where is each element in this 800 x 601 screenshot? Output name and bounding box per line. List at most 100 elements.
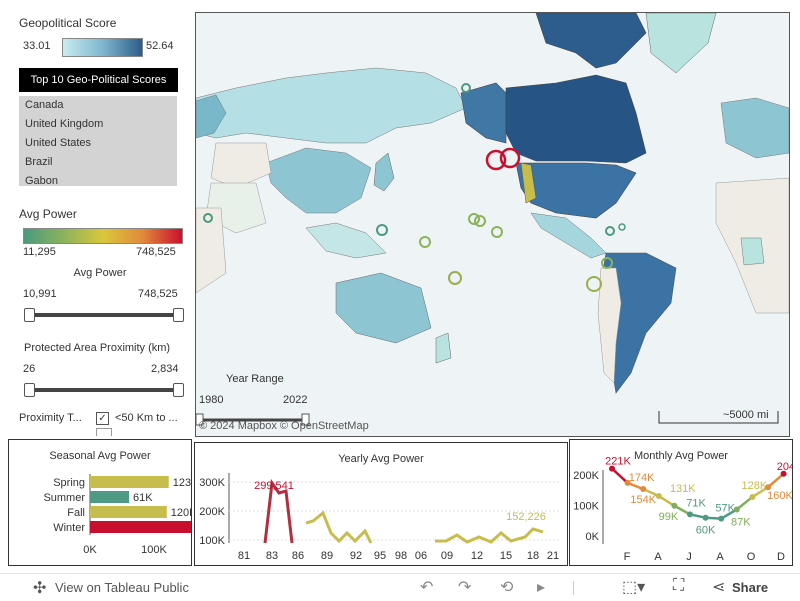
seasonal-panel: Seasonal Avg Power Spring123KSummer61KFa… bbox=[8, 439, 192, 566]
monthly-point bbox=[718, 515, 725, 522]
monthly-data-label: 57K bbox=[715, 503, 735, 515]
seasonal-bar bbox=[90, 521, 191, 533]
seasonal-label: Winter bbox=[53, 522, 85, 534]
geo-score-min: 33.01 bbox=[23, 40, 51, 52]
yearly-y-tick: 200K bbox=[199, 506, 225, 518]
site-marker-icon bbox=[376, 224, 388, 236]
share-button[interactable]: Share bbox=[732, 580, 768, 595]
top10-list[interactable]: Canada United Kingdom United States Braz… bbox=[19, 96, 177, 186]
list-item[interactable]: Gabon bbox=[19, 172, 177, 186]
avg-power-legend-max: 748,525 bbox=[136, 247, 176, 257]
protected-area-min: 26 bbox=[23, 363, 36, 375]
monthly-series-segment bbox=[611, 467, 629, 484]
seasonal-value-label: 120K bbox=[171, 507, 191, 519]
monthly-data-label: 221K bbox=[605, 456, 631, 468]
monthly-line-chart: 0K 100K 200K 221K 174K 154K 131K 99K 71K 60K 57K87… bbox=[573, 456, 792, 563]
seasonal-bar-chart: Spring123KSummer61KFall120KWinter197K0K1… bbox=[43, 474, 191, 556]
avg-power-legend-title: Avg Power bbox=[19, 207, 77, 221]
monthly-data-label: 99K bbox=[659, 511, 679, 523]
geo-score-gradient bbox=[62, 38, 143, 57]
site-marker-icon bbox=[468, 213, 480, 225]
scale-label: ~5000 mi bbox=[723, 409, 769, 421]
yearly-x-tick: 12 bbox=[471, 550, 483, 562]
protected-area-slider-handle-max[interactable] bbox=[173, 383, 184, 397]
proximity-filter-label: Proximity T... bbox=[19, 412, 82, 424]
list-item[interactable]: United Kingdom bbox=[19, 115, 177, 134]
protected-area-title: Protected Area Proximity (km) bbox=[24, 342, 171, 354]
view-on-tableau-link[interactable]: View on Tableau Public bbox=[55, 580, 189, 595]
monthly-y-tick: 100K bbox=[573, 501, 599, 513]
yearly-x-tick: 21 bbox=[547, 550, 559, 562]
world-map[interactable]: Year Range 1980 2022 © 2024 Mapbox © Ope… bbox=[195, 12, 790, 437]
left-panel: Geopolitical Score 33.01 52.64 Top 10 Ge… bbox=[0, 0, 192, 436]
monthly-series-segment bbox=[767, 472, 785, 489]
yearly-x-tick: 81 bbox=[238, 550, 250, 562]
seasonal-bar bbox=[90, 506, 167, 518]
protected-area-max: 2,834 bbox=[151, 363, 179, 375]
undo-icon[interactable]: ↶ bbox=[420, 577, 433, 597]
avg-power-slider-title: Avg Power bbox=[73, 267, 127, 279]
yearly-series-line bbox=[263, 478, 294, 544]
monthly-x-tick: J bbox=[686, 551, 692, 563]
monthly-panel: Monthly Avg Power 0K 100K 200K 221K 174K 154K… bbox=[569, 439, 793, 566]
indonesia bbox=[305, 222, 387, 259]
monthly-x-tick: F bbox=[624, 551, 631, 563]
pause-icon[interactable]: ▸ bbox=[537, 577, 545, 597]
yearly-x-tick: 86 bbox=[292, 550, 304, 562]
avg-power-slider-track[interactable] bbox=[28, 313, 180, 317]
yearly-x-tick: 92 bbox=[350, 550, 362, 562]
protected-area-slider-track[interactable] bbox=[28, 388, 180, 392]
avg-power-slider-min: 10,991 bbox=[23, 288, 57, 300]
site-marker-icon bbox=[474, 215, 486, 227]
greenland bbox=[645, 13, 717, 74]
monthly-data-label: 154K bbox=[630, 494, 656, 506]
list-item[interactable]: United States bbox=[19, 134, 177, 153]
monthly-x-tick: A bbox=[654, 551, 662, 563]
yearly-x-tick: 18 bbox=[527, 550, 539, 562]
proximity-checkbox[interactable]: ✓ bbox=[96, 412, 109, 425]
site-marker-icon bbox=[419, 236, 431, 248]
monthly-data-label: 87K bbox=[731, 516, 751, 528]
seasonal-value-label: 123K bbox=[173, 477, 191, 489]
year-range-label: Year Range bbox=[226, 373, 284, 385]
yearly-x-tick: 95 bbox=[374, 550, 386, 562]
avg-power-slider-handle-max[interactable] bbox=[173, 308, 184, 322]
proximity-second-checkbox[interactable] bbox=[96, 428, 112, 436]
tableau-logo-icon[interactable]: ✣ bbox=[33, 578, 46, 598]
avg-power-gradient bbox=[23, 228, 183, 244]
yearly-x-tick: 09 bbox=[441, 550, 453, 562]
gabon-region bbox=[740, 237, 765, 266]
monthly-point bbox=[702, 514, 709, 521]
fullscreen-icon[interactable]: ⛶ bbox=[673, 577, 684, 595]
monthly-data-label: 60K bbox=[696, 525, 716, 537]
share-icon[interactable]: ⋖ bbox=[712, 577, 725, 597]
yearly-annotation: 152,226 bbox=[506, 511, 546, 523]
china bbox=[265, 147, 372, 214]
avg-power-slider-handle-min[interactable] bbox=[24, 308, 35, 322]
site-marker-icon bbox=[605, 226, 615, 236]
yearly-y-tick: 100K bbox=[199, 535, 225, 547]
seasonal-value-label: 61K bbox=[133, 492, 153, 504]
monthly-data-label: 131K bbox=[670, 483, 696, 495]
geo-score-legend-title: Geopolitical Score bbox=[19, 16, 117, 30]
redo-icon[interactable]: ↷ bbox=[458, 577, 471, 597]
australia bbox=[335, 272, 432, 344]
download-icon[interactable]: ⬚▾ bbox=[622, 577, 645, 597]
map-canvas bbox=[196, 13, 789, 426]
mexico bbox=[530, 212, 607, 259]
map-attribution[interactable]: © 2024 Mapbox © OpenStreetMap bbox=[199, 420, 369, 432]
monthly-point bbox=[687, 511, 693, 518]
yearly-line-chart: 100K 200K 300K 81 83 86 89 92 95 98 06 09 12 15 18 21 29… bbox=[199, 473, 560, 562]
monthly-y-tick: 0K bbox=[586, 531, 600, 543]
site-marker-icon bbox=[618, 223, 626, 231]
monthly-point bbox=[749, 493, 756, 500]
list-item[interactable]: Canada bbox=[19, 96, 177, 115]
revert-icon[interactable]: ⟲ bbox=[500, 577, 513, 597]
site-marker-icon bbox=[491, 226, 503, 238]
monthly-data-label: 71K bbox=[686, 497, 706, 509]
site-marker-icon bbox=[461, 83, 471, 93]
protected-area-slider-handle-min[interactable] bbox=[24, 383, 35, 397]
list-item[interactable]: Brazil bbox=[19, 153, 177, 172]
monthly-data-label: 160K bbox=[767, 490, 792, 502]
yearly-x-tick: 98 bbox=[395, 550, 407, 562]
